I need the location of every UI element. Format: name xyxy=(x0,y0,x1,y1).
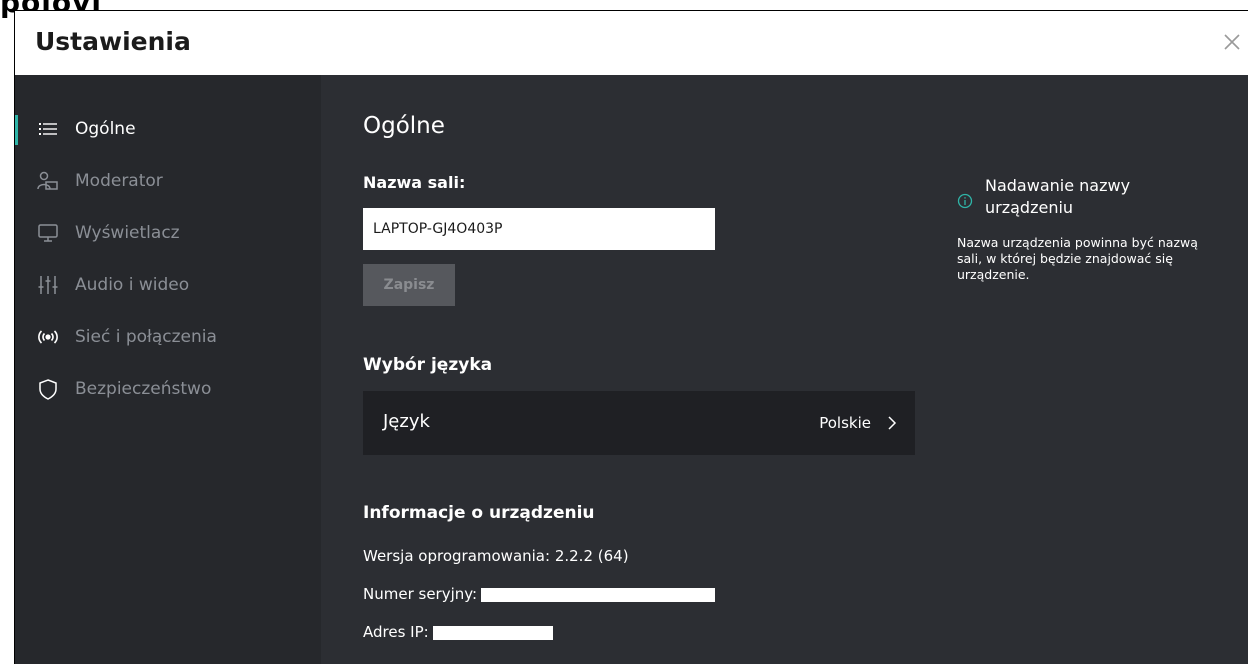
sidebar-item-moderator[interactable]: Moderator xyxy=(15,159,321,203)
software-version: Wersja oprogramowania: 2.2.2 (64) xyxy=(363,547,629,565)
sidebar-item-network[interactable]: Sieć i połączenia xyxy=(15,315,321,359)
sidebar-item-label: Bezpieczeństwo xyxy=(75,379,212,399)
room-name-label: Nazwa sali: xyxy=(363,173,466,192)
serial-number-label: Numer seryjny: xyxy=(363,585,478,603)
shield-icon xyxy=(39,379,57,400)
broadcast-icon xyxy=(38,330,58,344)
chevron-right-icon xyxy=(888,416,897,430)
help-text: Nazwa urządzenia powinna być nazwą sali,… xyxy=(957,235,1198,282)
ip-address-label: Adres IP: xyxy=(363,623,429,641)
device-info-title: Informacje o urządzeniu xyxy=(363,503,595,523)
sidebar-item-label: Moderator xyxy=(75,171,163,191)
sidebar-item-display[interactable]: Wyświetlacz xyxy=(15,211,321,255)
help-title: Nadawanie nazwy urządzeniu xyxy=(985,176,1131,217)
room-name-input[interactable] xyxy=(363,208,715,250)
settings-sidebar: Ogólne Moderator Wyświetlacz Audio i wid… xyxy=(15,75,321,664)
info-icon xyxy=(957,193,973,209)
settings-dialog: Ustawienia Ogólne Moderator Wyświetlacz … xyxy=(14,10,1248,664)
dialog-header: Ustawienia xyxy=(15,11,1248,75)
ip-address-row: Adres IP: xyxy=(363,623,553,641)
close-icon[interactable] xyxy=(1219,29,1245,55)
language-value: Polskie xyxy=(819,414,871,432)
sidebar-item-label: Sieć i połączenia xyxy=(75,327,217,347)
sidebar-item-label: Ogólne xyxy=(75,119,136,139)
monitor-icon xyxy=(38,224,58,242)
sidebar-item-general[interactable]: Ogólne xyxy=(15,107,321,151)
list-icon xyxy=(39,123,57,135)
redacted-ip xyxy=(432,625,553,640)
settings-content: Ogólne Nazwa sali: Zapisz Wybór języka J… xyxy=(321,75,1248,664)
language-label: Język xyxy=(383,411,430,432)
sidebar-item-label: Audio i wideo xyxy=(75,275,190,295)
save-button[interactable]: Zapisz xyxy=(363,264,455,306)
moderator-icon xyxy=(37,171,58,190)
page-title: Ogólne xyxy=(363,113,445,139)
sliders-icon xyxy=(38,276,58,294)
language-section-title: Wybór języka xyxy=(363,355,493,375)
sidebar-item-audio-video[interactable]: Audio i wideo xyxy=(15,263,321,307)
sidebar-item-label: Wyświetlacz xyxy=(75,223,180,243)
serial-number-row: Numer seryjny: xyxy=(363,585,716,603)
dialog-title: Ustawienia xyxy=(35,27,191,56)
sidebar-item-security[interactable]: Bezpieczeństwo xyxy=(15,367,321,411)
redacted-serial xyxy=(481,587,716,602)
language-selector[interactable]: Język Polskie xyxy=(363,391,915,455)
